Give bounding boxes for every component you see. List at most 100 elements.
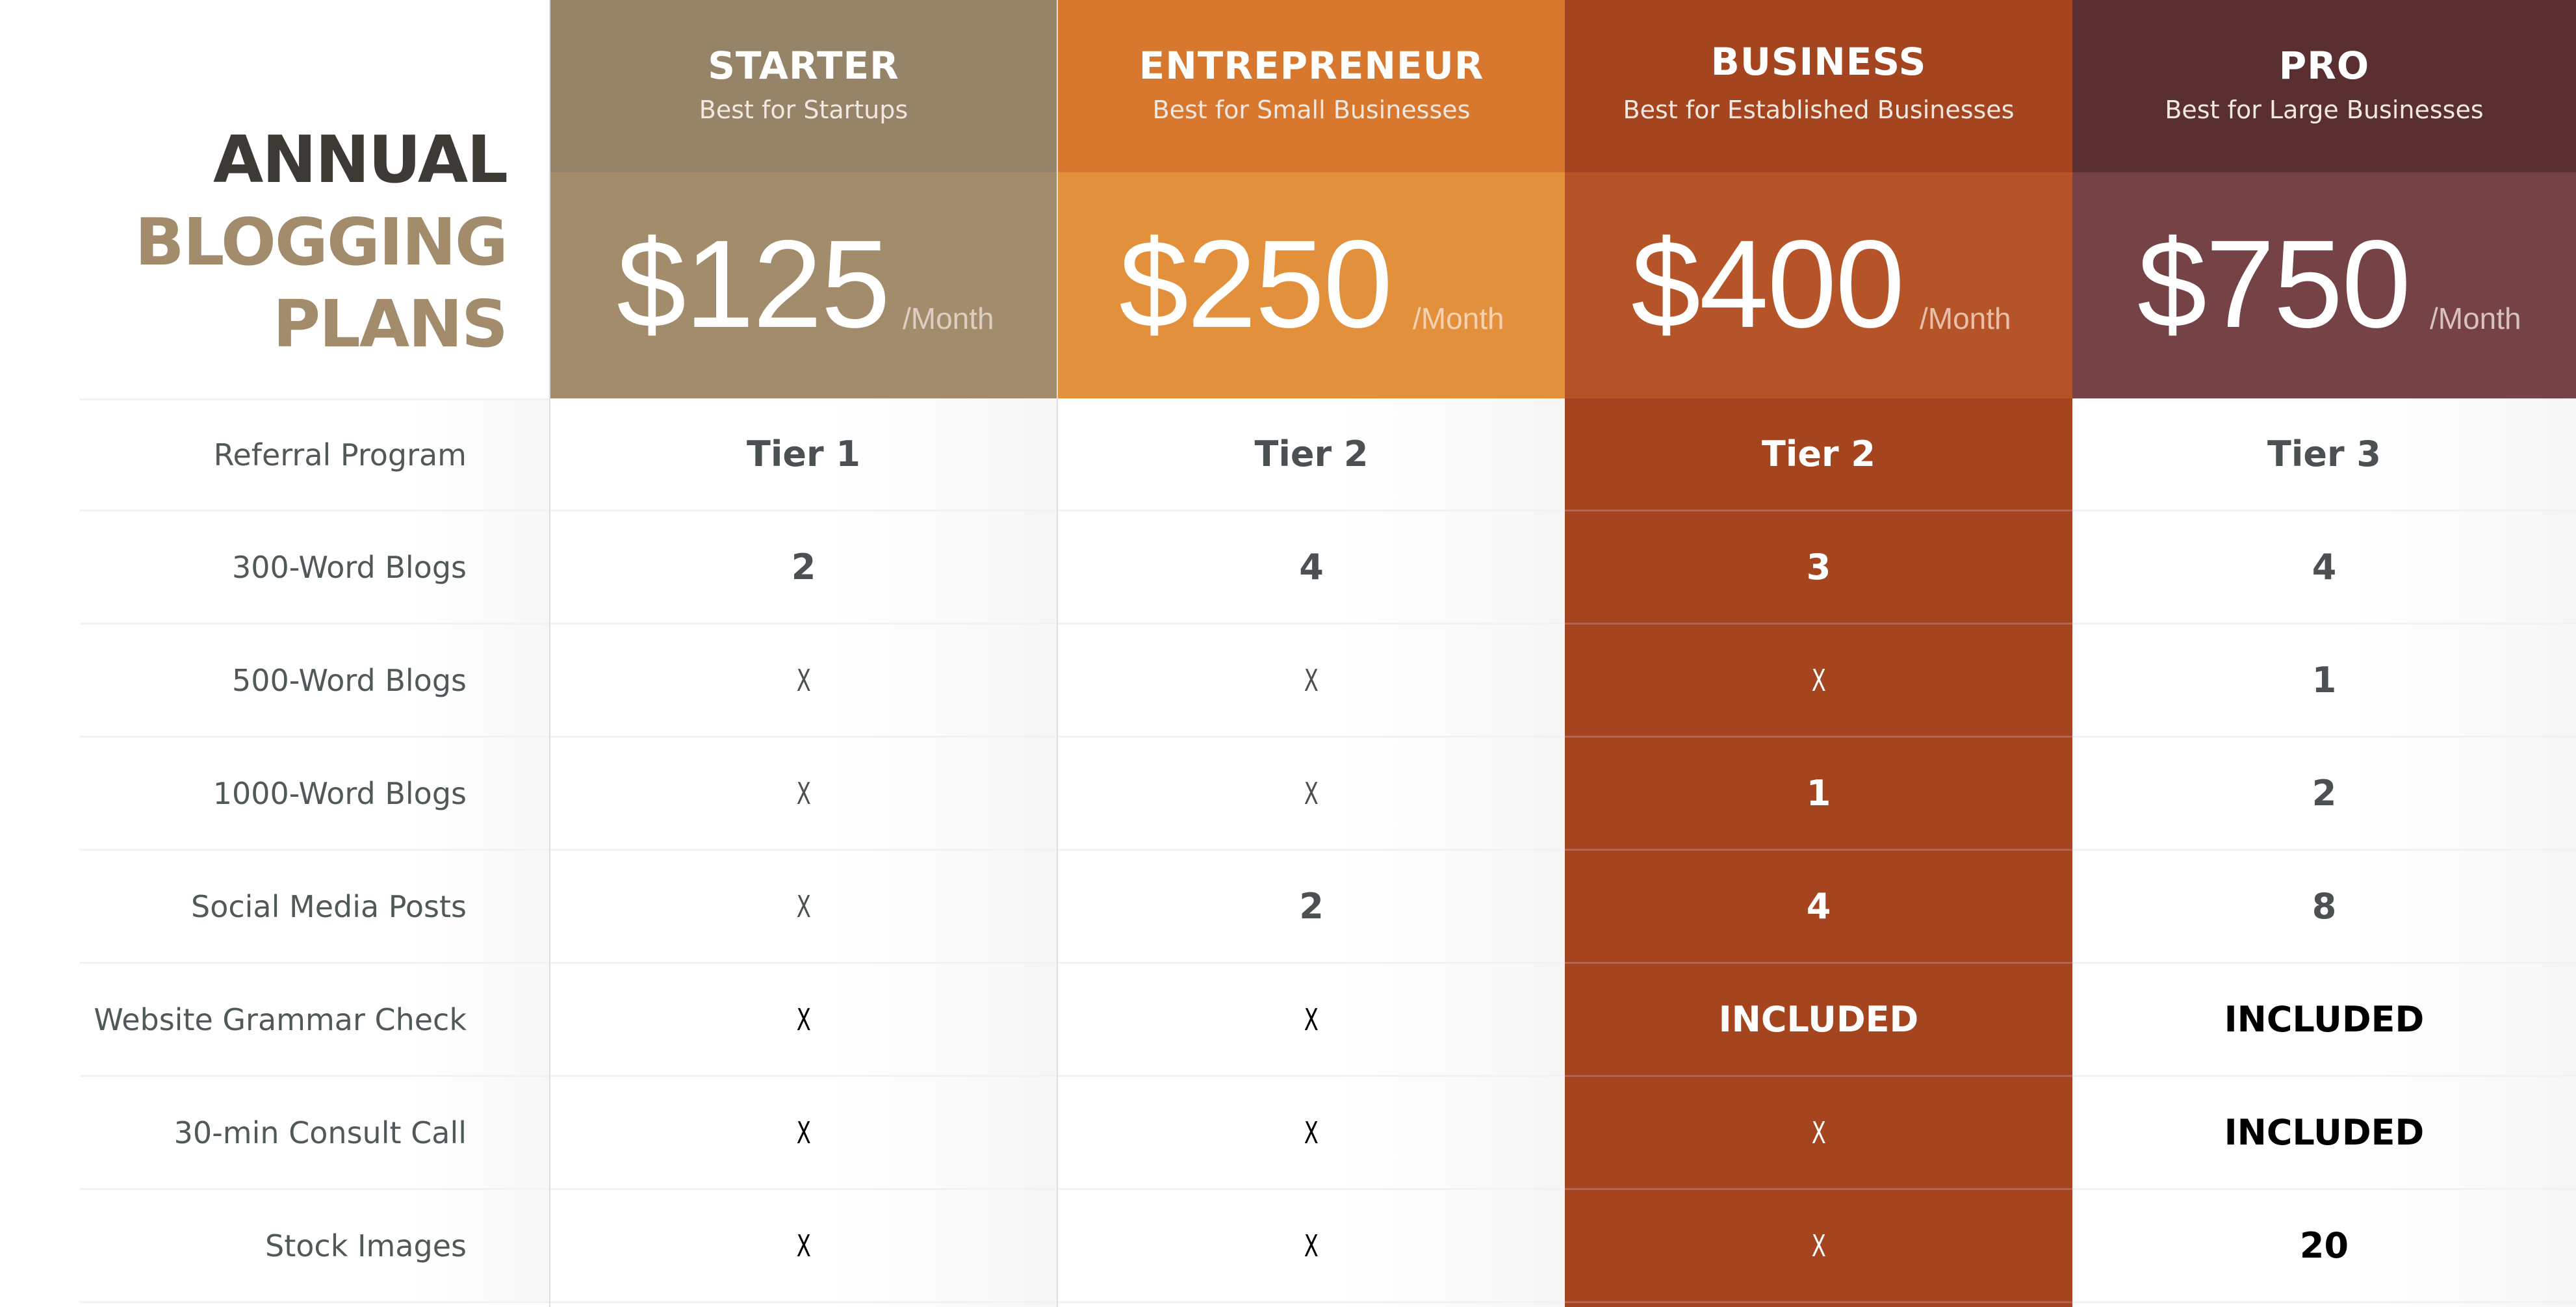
plan-value-row: 2	[2072, 738, 2576, 851]
plan-value-row: INCLUDED	[2072, 1077, 2576, 1190]
not-included-mark: X	[1304, 662, 1319, 698]
plan-value-row: Tier 1	[550, 398, 1057, 511]
plan-values: Tier 2 4 X X 2 X X X	[1058, 398, 1565, 1303]
plan-value-row: X	[1565, 1077, 2072, 1190]
plan-subtitle: Best for Startups	[699, 96, 908, 124]
plan-value-row: X	[550, 964, 1057, 1077]
not-included-mark: X	[1811, 1115, 1826, 1150]
title-line-annual: ANNUAL	[213, 122, 508, 198]
plan-value: Tier 2	[1762, 434, 1875, 474]
feature-row: 500-Word Blogs	[80, 625, 549, 738]
plan-value: 2	[2312, 773, 2337, 814]
plan-value-row: X	[550, 738, 1057, 851]
plan-subtitle: Best for Small Businesses	[1152, 96, 1471, 124]
not-included-mark: X	[796, 1002, 811, 1037]
plan-value-row: X	[550, 851, 1057, 964]
plan-value: 8	[2312, 886, 2337, 927]
plan-header: ENTREPRENEUR Best for Small Businesses	[1058, 0, 1565, 172]
plan-name: ENTREPRENEUR	[1139, 44, 1484, 88]
plan-value-row: X	[1058, 1190, 1565, 1303]
plan-value: 2	[791, 547, 816, 588]
plan-value: INCLUDED	[2224, 999, 2425, 1040]
plan-value: Tier 3	[2267, 434, 2381, 474]
plan-value-row: X	[1565, 625, 2072, 738]
plan-value: 2	[1299, 886, 1324, 927]
title-line-plans: PLANS	[272, 286, 508, 362]
feature-label: Referral Program	[213, 437, 467, 472]
plan-column-starter: STARTER Best for Startups $125 /Month Ti…	[549, 0, 1057, 1307]
plan-price-block: $750 /Month	[2072, 172, 2576, 398]
plan-value-row: X	[1058, 738, 1565, 851]
not-included-mark: X	[796, 888, 811, 924]
not-included-mark: X	[1811, 662, 1826, 698]
plan-value-row: X	[1058, 625, 1565, 738]
plan-period: /Month	[2430, 302, 2521, 335]
feature-row: Referral Program	[80, 398, 549, 511]
plan-value-row: X	[1565, 1190, 2072, 1303]
not-included-mark: X	[1304, 1115, 1319, 1150]
not-included-mark: X	[796, 662, 811, 698]
feature-row: 300-Word Blogs	[80, 511, 549, 625]
plan-value-row: 4	[2072, 511, 2576, 625]
feature-labels: Referral Program 300-Word Blogs 500-Word…	[0, 398, 549, 1303]
feature-row: 1000-Word Blogs	[80, 738, 549, 851]
plan-price-block: $250 /Month	[1058, 172, 1565, 398]
not-included-mark: X	[1304, 1228, 1319, 1263]
plan-header: PRO Best for Large Businesses	[2072, 0, 2576, 172]
plan-subtitle: Best for Established Businesses	[1623, 96, 2015, 124]
not-included-mark: X	[796, 775, 811, 811]
plan-value-row: X	[550, 1077, 1057, 1190]
plan-period: /Month	[1920, 302, 2011, 335]
plan-values: Tier 1 2 X X X X X X	[550, 398, 1057, 1303]
plan-value: 4	[2312, 547, 2337, 588]
feature-label: 30-min Consult Call	[174, 1115, 467, 1150]
feature-label: 1000-Word Blogs	[213, 775, 467, 811]
plan-value: 20	[2299, 1225, 2349, 1266]
plan-value-row: INCLUDED	[2072, 964, 2576, 1077]
feature-label: Stock Images	[265, 1228, 467, 1263]
not-included-mark: X	[796, 1228, 811, 1263]
not-included-mark: X	[1304, 1002, 1319, 1037]
plan-period: /Month	[1413, 302, 1504, 335]
feature-row: Social Media Posts	[80, 851, 549, 964]
plan-value: INCLUDED	[1718, 999, 1919, 1040]
plan-value-row: 20	[2072, 1190, 2576, 1303]
plan-value: Tier 2	[1254, 434, 1369, 474]
plan-value-row: Tier 3	[2072, 398, 2576, 511]
plan-name: STARTER	[708, 44, 899, 88]
plan-value: Tier 1	[747, 434, 860, 474]
feature-row: 30-min Consult Call	[80, 1077, 549, 1190]
title-line-blogging: BLOGGING	[135, 204, 508, 280]
plan-value: 1	[2312, 660, 2337, 701]
plan-value-row: X	[550, 1190, 1057, 1303]
plan-name: BUSINESS	[1710, 40, 1927, 84]
plan-subtitle: Best for Large Businesses	[2165, 96, 2484, 124]
feature-label: 300-Word Blogs	[231, 549, 467, 585]
plan-value-row: 1	[1565, 738, 2072, 851]
plan-value-row: 2	[550, 511, 1057, 625]
plan-period: /Month	[903, 302, 994, 335]
feature-label: Website Grammar Check	[94, 1002, 467, 1037]
plan-value-row: 4	[1565, 851, 2072, 964]
plan-value-row: X	[550, 625, 1057, 738]
feature-label: 500-Word Blogs	[231, 662, 467, 698]
plan-name: PRO	[2278, 44, 2370, 88]
plan-value-row: X	[1058, 1077, 1565, 1190]
plan-value-row: 3	[1565, 511, 2072, 625]
plan-value-row: 1	[2072, 625, 2576, 738]
plan-value: INCLUDED	[2224, 1112, 2425, 1153]
plans-title: ANNUAL BLOGGING PLANS	[0, 0, 549, 398]
plan-value: 1	[1806, 773, 1831, 814]
plan-price: $750	[2137, 214, 2411, 354]
plan-price: $125	[617, 214, 890, 354]
plan-value-row: Tier 2	[1565, 398, 2072, 511]
plan-column-business: BUSINESS Best for Established Businesses…	[1565, 0, 2072, 1307]
plan-values: Tier 2 3 X 1 4 INCLUDED X X	[1565, 398, 2072, 1303]
not-included-mark: X	[1811, 1228, 1826, 1263]
plan-price: $250	[1119, 214, 1393, 354]
not-included-mark: X	[1304, 775, 1319, 811]
plan-value-row: 4	[1058, 511, 1565, 625]
plan-price-block: $125 /Month	[550, 172, 1057, 398]
plan-value: 3	[1806, 547, 1831, 588]
not-included-mark: X	[796, 1115, 811, 1150]
